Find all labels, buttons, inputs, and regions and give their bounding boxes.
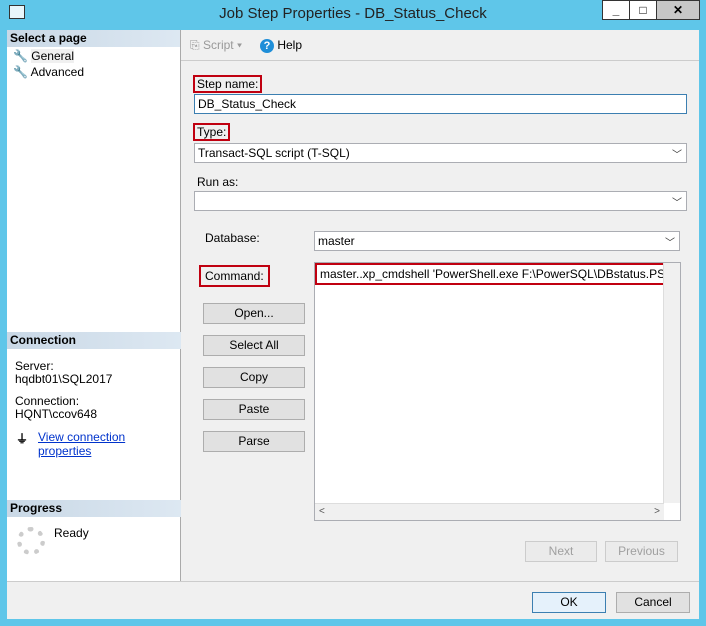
command-label: Command: (199, 265, 270, 287)
script-button[interactable]: ⎘ Script ▾ (190, 38, 242, 53)
plug-icon: ⏚ (16, 432, 29, 446)
help-icon: ? (260, 39, 274, 53)
connection-label: Connection: (15, 394, 80, 408)
spinner-icon (17, 527, 45, 555)
right-pane: ⎘ Script ▾ ? Help Step name: Type: Trans… (181, 30, 699, 581)
close-button[interactable]: ✕ (656, 0, 700, 20)
maximize-button[interactable]: □ (629, 0, 657, 20)
database-select[interactable]: master ﹀ (314, 231, 680, 251)
left-pane: Select a page 🔧 General 🔧 Advanced Conne… (7, 30, 181, 581)
server-value: hqdbt01\SQL2017 (15, 372, 113, 386)
footer: OK Cancel (7, 581, 699, 619)
select-page-header: Select a page (7, 30, 180, 47)
parse-button[interactable]: Parse (203, 431, 305, 452)
progress-status: Ready (54, 526, 89, 540)
run-as-select[interactable]: ﹀ (194, 191, 687, 211)
type-label: Type: (193, 123, 231, 141)
view-connection-properties-link[interactable]: View connection properties (38, 430, 180, 458)
cancel-button[interactable]: Cancel (616, 592, 690, 613)
select-all-button[interactable]: Select All (203, 335, 305, 356)
type-select[interactable]: Transact-SQL script (T-SQL) ﹀ (194, 143, 687, 163)
page-general[interactable]: 🔧 General (7, 47, 180, 65)
connection-value: HQNT\ccov648 (15, 407, 98, 421)
connection-header: Connection (7, 332, 181, 349)
paste-button[interactable]: Paste (203, 399, 305, 420)
horizontal-scrollbar[interactable]: < > (315, 503, 664, 520)
next-button[interactable]: Next (525, 541, 597, 562)
command-text: master..xp_cmdshell 'PowerShell.exe F:\P… (315, 263, 680, 285)
page-advanced[interactable]: 🔧 Advanced (7, 65, 180, 79)
progress-header: Progress (7, 500, 181, 517)
run-as-label: Run as: (197, 175, 239, 189)
ok-button[interactable]: OK (532, 592, 606, 613)
chevron-down-icon: ﹀ (672, 150, 682, 161)
chevron-down-icon: ﹀ (672, 198, 682, 209)
open-button[interactable]: Open... (203, 303, 305, 324)
command-textarea[interactable]: master..xp_cmdshell 'PowerShell.exe F:\P… (314, 262, 681, 521)
chevron-down-icon: ﹀ (665, 238, 675, 249)
step-name-label: Step name: (193, 75, 263, 93)
vertical-scrollbar[interactable] (663, 263, 680, 503)
copy-button[interactable]: Copy (203, 367, 305, 388)
script-icon: ⎘ (190, 38, 200, 52)
server-label: Server: (15, 359, 54, 373)
previous-button[interactable]: Previous (605, 541, 678, 562)
step-name-input[interactable] (194, 94, 687, 114)
wrench-icon: 🔧 (13, 49, 28, 63)
wrench-icon: 🔧 (13, 65, 28, 79)
minimize-button[interactable]: _ (602, 0, 630, 20)
database-label: Database: (205, 231, 260, 245)
help-button[interactable]: ? Help (260, 38, 302, 53)
window-title: Job Step Properties - DB_Status_Check (219, 5, 487, 22)
